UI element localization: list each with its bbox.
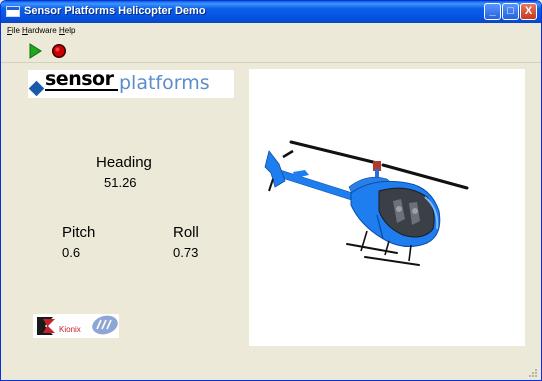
roll-value: 0.73 (173, 245, 199, 260)
close-button[interactable]: X (520, 3, 537, 20)
resize-grip-icon[interactable] (528, 368, 538, 378)
menu-bar: File Hardware Help (1, 23, 541, 39)
logo-diamond-icon (28, 80, 45, 97)
status-bar (1, 364, 541, 380)
menu-help[interactable]: Help (59, 26, 75, 35)
pitch-label: Pitch (62, 224, 96, 241)
title-bar[interactable]: Sensor Platforms Helicopter Demo _ □ X (1, 1, 541, 23)
play-icon (29, 43, 42, 59)
app-window: Sensor Platforms Helicopter Demo _ □ X F… (0, 0, 542, 381)
sensor-platforms-logo: sensor platforms (28, 68, 234, 98)
kionix-text: Kionix (59, 325, 81, 334)
heading-label: Heading (96, 154, 152, 171)
logo-text-sensor: sensor (45, 68, 114, 90)
roll-label: Roll (173, 224, 199, 241)
record-stop-icon (52, 44, 66, 58)
logo-underline (45, 89, 118, 91)
minimize-button[interactable]: _ (484, 3, 501, 20)
record-stop-button[interactable] (51, 43, 67, 59)
window-icon (6, 6, 20, 17)
heading-value: 51.26 (104, 175, 137, 190)
menu-file[interactable]: File (7, 26, 20, 35)
helicopter-model-icon (264, 140, 469, 266)
menu-hardware[interactable]: Hardware (22, 26, 57, 35)
maximize-button[interactable]: □ (502, 3, 519, 20)
window-title: Sensor Platforms Helicopter Demo (24, 5, 206, 17)
logo-text-platforms: platforms (119, 72, 210, 94)
toolbar (1, 39, 541, 63)
helicopter-3d-view[interactable] (249, 69, 525, 346)
pitch-value: 0.6 (62, 245, 81, 260)
play-button[interactable] (27, 43, 43, 59)
kionix-logo: Kionix (33, 314, 119, 338)
